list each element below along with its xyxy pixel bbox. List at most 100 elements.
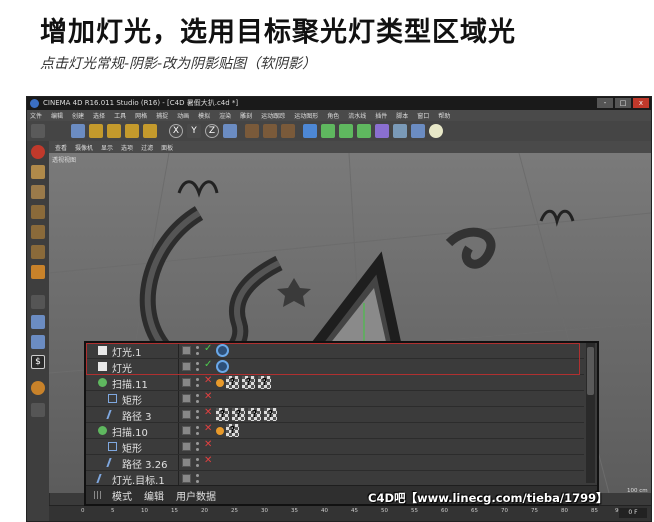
z-axis-icon[interactable]: Z (205, 124, 219, 138)
workplane-icon[interactable] (31, 185, 45, 199)
quantize-icon[interactable] (31, 335, 45, 349)
enable-toggle[interactable]: ✕ (204, 455, 212, 466)
x-axis-icon[interactable]: X (169, 124, 183, 138)
object-row[interactable]: 扫描.10 ✕? (86, 423, 584, 439)
enable-toggle[interactable]: ✕ (204, 375, 212, 386)
y-axis-icon[interactable]: Y (187, 124, 201, 138)
editor-visibility-dot[interactable] (196, 410, 199, 413)
material-tag-icon[interactable]: ? (242, 376, 255, 389)
layer-swatch-icon[interactable] (182, 346, 191, 355)
material-tag-icon[interactable]: ? (226, 424, 239, 437)
deformer-icon[interactable] (375, 124, 389, 138)
editor-visibility-dot[interactable] (196, 346, 199, 349)
layer-swatch-icon[interactable] (182, 410, 191, 419)
menu-character[interactable]: 角色 (327, 111, 339, 120)
close-button[interactable]: x (633, 98, 649, 108)
object-row[interactable]: 矩形 ✕ (86, 439, 584, 455)
enable-toggle[interactable]: ✕ (204, 391, 212, 402)
menu-mesh[interactable]: 网格 (135, 111, 147, 120)
render-view-icon[interactable] (245, 124, 259, 138)
object-name[interactable]: 扫描.11 (112, 376, 148, 391)
render-visibility-dot[interactable] (196, 432, 199, 435)
layer-swatch-icon[interactable] (182, 426, 191, 435)
menu-plugins[interactable]: 插件 (375, 111, 387, 120)
menu-edit[interactable]: 编辑 (51, 111, 63, 120)
editor-visibility-dot[interactable] (196, 378, 199, 381)
object-row[interactable]: 灯光.1 ✓ (86, 343, 584, 359)
render-visibility-dot[interactable] (196, 368, 199, 371)
menu-render[interactable]: 渲染 (219, 111, 231, 120)
render-visibility-dot[interactable] (196, 416, 199, 419)
menu-help[interactable]: 帮助 (438, 111, 450, 120)
object-name[interactable]: 矩形 (122, 392, 142, 407)
scrollbar-thumb[interactable] (587, 347, 594, 395)
camera-icon[interactable] (411, 124, 425, 138)
current-frame-field[interactable]: 0 F (619, 508, 647, 518)
editor-visibility-dot[interactable] (196, 442, 199, 445)
render-visibility-dot[interactable] (196, 352, 199, 355)
tweak-mode-icon[interactable] (31, 295, 45, 309)
menu-animate[interactable]: 动画 (177, 111, 189, 120)
material-tag-icon[interactable]: ? (248, 408, 261, 421)
layer-swatch-icon[interactable] (182, 474, 191, 483)
menu-tools[interactable]: 工具 (114, 111, 126, 120)
coordinate-system-icon[interactable] (223, 124, 237, 138)
material-tag-icon[interactable]: ? (232, 408, 245, 421)
editor-visibility-dot[interactable] (196, 394, 199, 397)
render-visibility-dot[interactable] (196, 400, 199, 403)
enable-toggle[interactable]: ✕ (204, 407, 212, 418)
phong-tag-icon[interactable] (216, 427, 224, 435)
solo-icon[interactable]: $ (31, 355, 45, 369)
vp-menu-display[interactable]: 显示 (101, 143, 113, 152)
undo-icon[interactable] (31, 124, 45, 138)
menu-simulate[interactable]: 模拟 (198, 111, 210, 120)
light-icon[interactable] (429, 124, 443, 138)
panel-grip-icon[interactable] (94, 491, 102, 499)
menu-create[interactable]: 创建 (72, 111, 84, 120)
object-name[interactable]: 矩形 (122, 440, 142, 455)
target-tag-icon[interactable] (216, 360, 229, 373)
enable-toggle[interactable]: ✕ (204, 439, 212, 450)
layer-swatch-icon[interactable] (182, 362, 191, 371)
editor-visibility-dot[interactable] (196, 362, 199, 365)
live-select-icon[interactable] (71, 124, 85, 138)
menu-pipeline[interactable]: 流水线 (348, 111, 366, 120)
render-visibility-dot[interactable] (196, 464, 199, 467)
render-visibility-dot[interactable] (196, 448, 199, 451)
object-row[interactable]: 路径 3 ✕???? (86, 407, 584, 423)
vp-menu-filter[interactable]: 过滤 (141, 143, 153, 152)
array-icon[interactable] (357, 124, 371, 138)
material-tag-icon[interactable]: ? (264, 408, 277, 421)
object-name[interactable]: 灯光 (112, 360, 132, 375)
object-row[interactable]: 扫描.11 ✕??? (86, 375, 584, 391)
layer-swatch-icon[interactable] (182, 394, 191, 403)
phong-tag-icon[interactable] (216, 379, 224, 387)
vp-menu-options[interactable]: 选项 (121, 143, 133, 152)
axis-mode-icon[interactable] (31, 265, 45, 279)
object-name[interactable]: 路径 3.26 (122, 456, 167, 471)
object-row[interactable]: 路径 3.26 ✕ (86, 455, 584, 471)
texture-mode-icon[interactable] (31, 165, 45, 179)
vp-menu-panel[interactable]: 面板 (161, 143, 173, 152)
render-settings-icon[interactable] (281, 124, 295, 138)
spline-pen-icon[interactable] (321, 124, 335, 138)
menu-window[interactable]: 窗口 (417, 111, 429, 120)
material-tag-icon[interactable]: ? (258, 376, 271, 389)
object-name[interactable]: 路径 3 (122, 408, 152, 423)
render-visibility-dot[interactable] (196, 384, 199, 387)
menu-script[interactable]: 脚本 (396, 111, 408, 120)
minimize-button[interactable]: - (597, 98, 613, 108)
object-row[interactable]: 矩形 ✕ (86, 391, 584, 407)
target-tag-icon[interactable] (216, 344, 229, 357)
menu-sculpt[interactable]: 雕刻 (240, 111, 252, 120)
tab-edit[interactable]: 编辑 (144, 488, 164, 503)
editor-visibility-dot[interactable] (196, 426, 199, 429)
points-mode-icon[interactable] (31, 205, 45, 219)
render-picture-viewer-icon[interactable] (263, 124, 277, 138)
polygons-mode-icon[interactable] (31, 245, 45, 259)
object-row[interactable]: 灯光 ✓ (86, 359, 584, 375)
editor-visibility-dot[interactable] (196, 458, 199, 461)
enable-toggle[interactable]: ✓ (204, 359, 212, 370)
cube-icon[interactable] (303, 124, 317, 138)
layer-icon[interactable] (31, 403, 45, 417)
